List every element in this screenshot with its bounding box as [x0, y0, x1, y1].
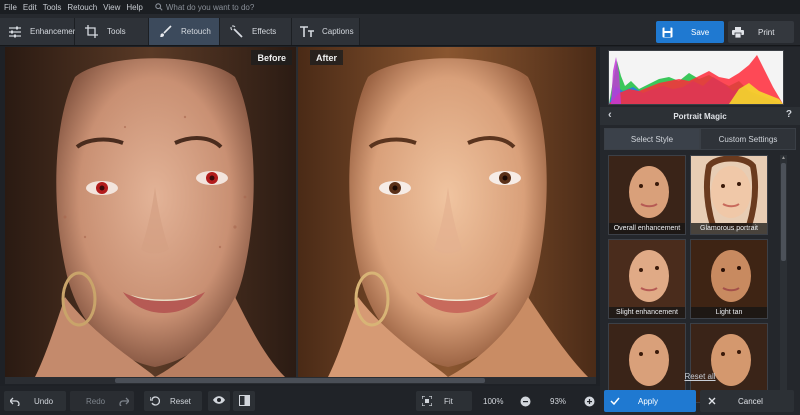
portrait-magic-header: ‹ Portrait Magic ? — [600, 107, 800, 125]
tab-retouch[interactable]: Retouch — [149, 18, 220, 45]
sliders-icon — [8, 24, 22, 40]
brush-icon — [157, 24, 173, 40]
cancel-label: Cancel — [738, 396, 763, 406]
tab-tools[interactable]: Tools — [75, 18, 149, 45]
style-caption: Slight enhancement — [609, 307, 685, 318]
split-view-icon — [238, 394, 250, 408]
scrollbar-thumb[interactable] — [781, 163, 786, 261]
help-icon[interactable]: ? — [786, 109, 792, 120]
print-label: Print — [758, 27, 775, 37]
save-label: Save — [691, 27, 710, 37]
after-photo: After — [298, 47, 596, 377]
save-button[interactable]: Save — [656, 21, 724, 43]
tab-captions[interactable]: Captions — [292, 18, 360, 45]
tab-select-style[interactable]: Select Style — [604, 128, 700, 150]
style-caption: Overall enhancement — [609, 223, 685, 234]
compare-button[interactable] — [233, 391, 255, 411]
zoom-out-button[interactable] — [520, 391, 531, 411]
style-thumb-light-tan[interactable]: Light tan — [690, 239, 768, 319]
zoom-in-icon — [584, 396, 595, 406]
histogram — [608, 50, 784, 105]
scrollbar-thumb[interactable] — [115, 378, 485, 383]
text-icon — [300, 24, 314, 40]
style-caption: Light tan — [691, 307, 767, 318]
after-label: After — [310, 50, 344, 65]
fit-button[interactable]: Fit — [416, 391, 472, 411]
style-subtabs: Select Style Custom Settings — [604, 128, 796, 150]
tab-label: Retouch — [181, 27, 211, 36]
reset-label: Reset — [170, 396, 191, 406]
after-portrait-image — [298, 47, 596, 377]
printer-icon — [732, 26, 744, 38]
scroll-up-icon[interactable]: ▲ — [780, 155, 787, 161]
reset-icon — [150, 396, 160, 406]
fit-icon — [422, 396, 432, 406]
zoom-100-button[interactable]: 100% — [483, 391, 503, 411]
menu-file[interactable]: File — [4, 3, 17, 12]
magic-wand-icon — [228, 24, 244, 40]
redo-label: Redo — [86, 396, 106, 406]
before-photo: Before — [5, 47, 296, 377]
print-button[interactable]: Print — [728, 21, 794, 43]
zoom-out-icon — [520, 396, 531, 406]
check-icon — [610, 397, 620, 405]
image-canvas[interactable]: Before After — [5, 47, 596, 377]
panel-title: Portrait Magic — [673, 111, 727, 121]
tab-strip: Enhancement Tools Retouch Effects Captio… — [0, 18, 360, 45]
close-icon — [708, 397, 716, 405]
undo-button[interactable]: Undo — [4, 391, 66, 411]
styles-vertical-scrollbar[interactable]: ▲ ▼ — [780, 155, 787, 409]
before-label: Before — [251, 50, 292, 65]
canvas-horizontal-scrollbar[interactable] — [5, 377, 596, 384]
apply-label: Apply — [638, 396, 659, 406]
undo-icon — [10, 397, 20, 406]
menu-retouch[interactable]: Retouch — [67, 3, 97, 12]
style-thumb-glamorous-portrait[interactable]: Glamorous portrait — [690, 155, 768, 235]
bottom-toolbar: Undo Redo Reset Fit — [0, 386, 600, 415]
search-box[interactable]: What do you want to do? — [155, 2, 255, 12]
apply-button[interactable]: Apply — [604, 390, 696, 412]
menu-view[interactable]: View — [103, 3, 120, 12]
tab-effects[interactable]: Effects — [220, 18, 292, 45]
undo-label: Undo — [34, 396, 54, 406]
menu-bar: File Edit Tools Retouch View Help What d… — [0, 0, 800, 14]
tab-label: Enhancement — [30, 27, 80, 36]
menu-help[interactable]: Help — [126, 3, 142, 12]
search-placeholder: What do you want to do? — [165, 2, 255, 12]
style-caption: Glamorous portrait — [691, 223, 767, 234]
reset-button[interactable]: Reset — [144, 391, 202, 411]
tab-label: Effects — [252, 27, 277, 36]
style-thumb-overall-enhancement[interactable]: Overall enhancement — [608, 155, 686, 235]
cancel-button[interactable]: Cancel — [700, 390, 794, 412]
crop-icon — [83, 24, 99, 40]
redo-button[interactable]: Redo — [70, 391, 134, 411]
tab-enhancement[interactable]: Enhancement — [0, 18, 79, 45]
tab-label: Tools — [107, 27, 126, 36]
tab-label: Captions — [322, 27, 354, 36]
zoom-value: 93% — [550, 396, 567, 406]
floppy-icon — [662, 27, 673, 38]
style-thumb-slight-enhancement[interactable]: Slight enhancement — [608, 239, 686, 319]
tab-custom-settings[interactable]: Custom Settings — [700, 128, 796, 150]
redo-icon — [119, 397, 130, 406]
eye-icon — [213, 396, 225, 406]
menu-tools[interactable]: Tools — [43, 3, 62, 12]
fit-label: Fit — [444, 396, 453, 406]
preview-toggle-button[interactable] — [208, 391, 230, 411]
reset-all-link[interactable]: Reset all — [600, 372, 800, 381]
main-toolbar: Enhancement Tools Retouch Effects Captio… — [0, 14, 800, 46]
right-panel: ‹ Portrait Magic ? Select Style Custom S… — [600, 47, 800, 415]
zoom-in-button[interactable] — [584, 391, 595, 411]
before-portrait-image — [5, 47, 296, 377]
search-icon — [155, 3, 163, 11]
menu-edit[interactable]: Edit — [23, 3, 37, 12]
back-arrow-icon[interactable]: ‹ — [608, 109, 612, 121]
